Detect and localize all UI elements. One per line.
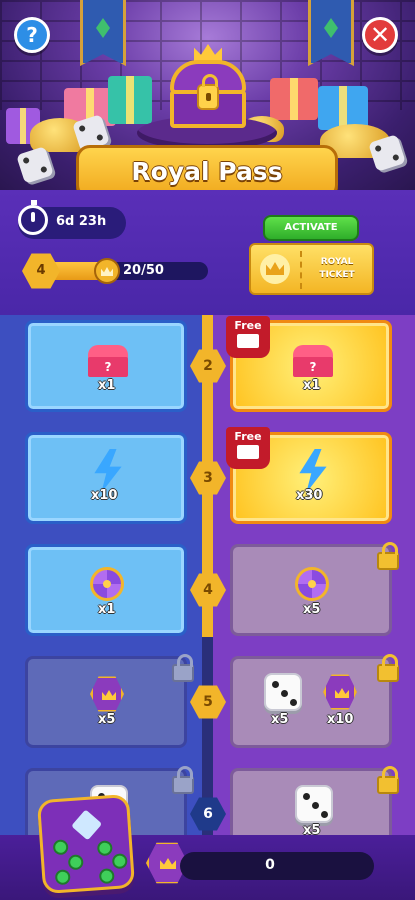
- activate-button[interactable]: ACTIVATE: [263, 215, 359, 241]
- help-button[interactable]: ?: [14, 17, 50, 53]
- free-badge-label: Free: [234, 319, 262, 332]
- mystery-chest-icon: [293, 345, 333, 379]
- lock-icon: [377, 542, 399, 570]
- video-ad-icon: [237, 445, 259, 459]
- free-ad-badge[interactable]: Free: [226, 427, 270, 469]
- gift-box-icon: [108, 76, 152, 124]
- premium-reward-card[interactable]: x5: [230, 544, 392, 636]
- close-button[interactable]: ✕: [362, 17, 398, 53]
- progress-text: 20/50: [123, 263, 164, 278]
- reward-quantity: x10: [91, 488, 118, 503]
- reward-quantity: x1: [98, 378, 116, 393]
- dice-icon: [264, 673, 302, 711]
- reward-quantity: x10: [327, 712, 354, 727]
- lock-icon: [172, 654, 194, 682]
- dice-icon: [295, 785, 333, 823]
- gift-box-icon: [270, 78, 318, 120]
- reward-quantity: x5: [303, 602, 321, 617]
- mystery-chest-icon: [88, 345, 128, 379]
- token-count: 0: [265, 857, 275, 873]
- timer-text: 6d 23h: [56, 214, 107, 229]
- page-title: Royal Pass: [131, 157, 283, 186]
- reward-quantity: x30: [296, 488, 323, 503]
- crown-shield-icon: [323, 674, 357, 710]
- royal-ticket-label: ROYAL TICKET: [319, 257, 355, 280]
- spin-wheel-icon: [295, 567, 329, 601]
- reward-quantity: x1: [303, 378, 321, 393]
- free-reward-card[interactable]: x1: [25, 544, 187, 636]
- crown-token-icon: [94, 258, 120, 284]
- video-ad-icon: [237, 334, 259, 348]
- royal-dice-icon[interactable]: [36, 793, 136, 895]
- reward-quantity: x5: [271, 712, 289, 727]
- spin-wheel-icon: [90, 567, 124, 601]
- reward-quantity: x1: [98, 602, 116, 617]
- free-reward-card[interactable]: x1: [25, 320, 187, 412]
- crown-icon: [260, 254, 290, 284]
- free-reward-card[interactable]: x10: [25, 432, 187, 524]
- royal-ticket-button[interactable]: ROYAL TICKET: [249, 243, 374, 295]
- premium-reward-card[interactable]: x5 x10: [230, 656, 392, 748]
- free-reward-card[interactable]: x5: [25, 656, 187, 748]
- free-ad-badge[interactable]: Free: [226, 316, 270, 358]
- free-badge-label: Free: [234, 430, 262, 443]
- energy-bolt-icon: [299, 449, 327, 493]
- diamond-icon: [71, 809, 103, 841]
- crown-shield-icon: [90, 676, 124, 712]
- lock-icon: [172, 766, 194, 794]
- lock-icon: [377, 766, 399, 794]
- energy-bolt-icon: [94, 449, 122, 493]
- stopwatch-icon: [18, 200, 48, 235]
- reward-quantity: x5: [98, 712, 116, 727]
- royal-chest-icon: [170, 44, 246, 128]
- lock-icon: [377, 654, 399, 682]
